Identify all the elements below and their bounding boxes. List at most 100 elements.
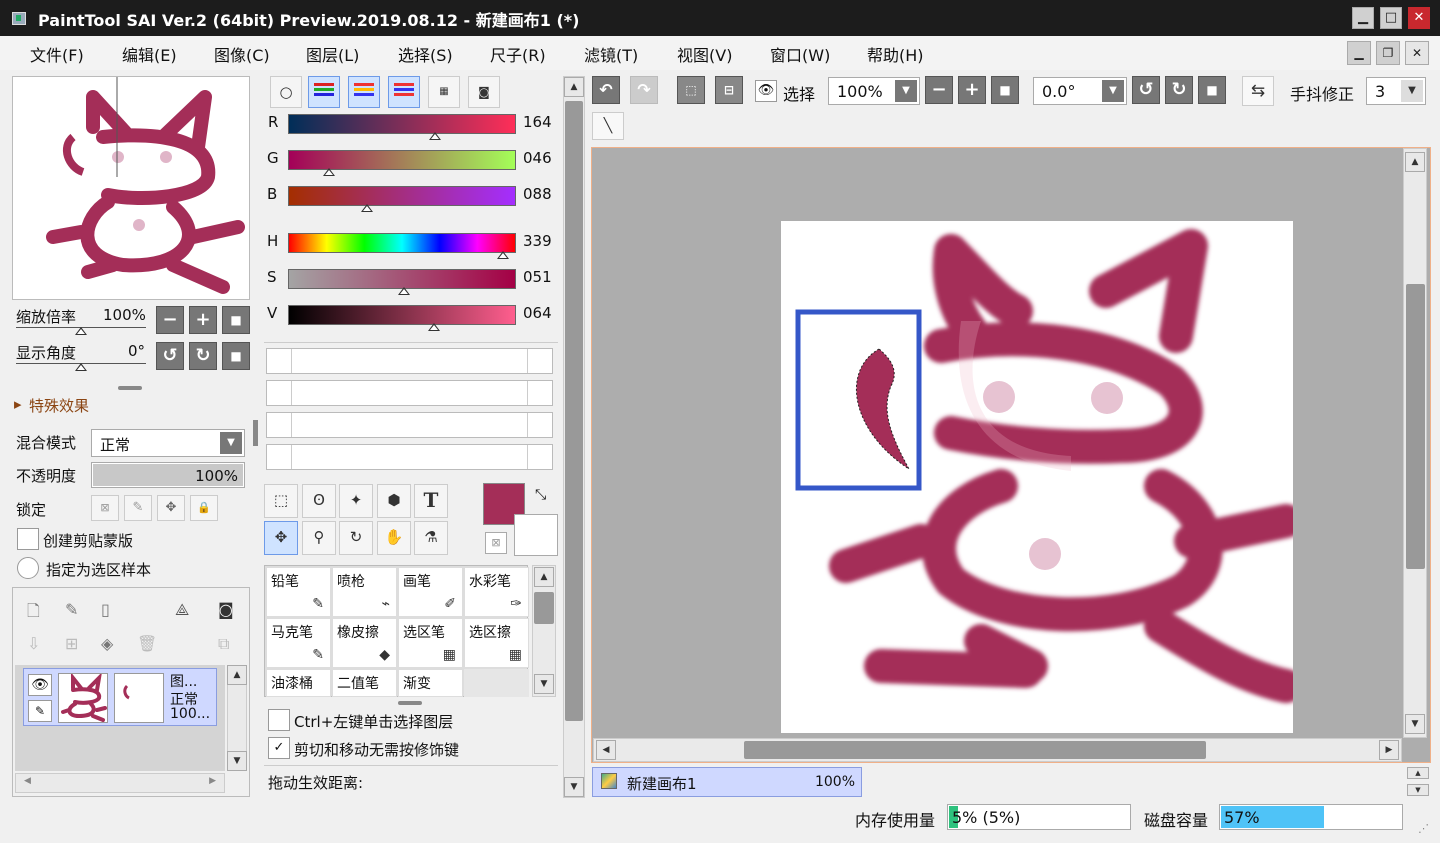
brush-watercolor[interactable]: 水彩笔 ✑	[464, 567, 529, 617]
blend-mode-select[interactable]: 正常 ▼	[91, 429, 245, 457]
r-slider[interactable]	[288, 114, 516, 134]
new-layer-icon[interactable]: 🗋	[27, 600, 40, 627]
scroll-up-button[interactable]: ▲	[564, 77, 584, 97]
canvas-hscroll-thumb[interactable]	[744, 741, 1206, 759]
hand-icon[interactable]: ✋	[377, 521, 411, 555]
g-slider[interactable]	[288, 150, 516, 170]
ctrl-click-checkbox[interactable]	[268, 709, 290, 731]
canvas-vscroll-thumb[interactable]	[1406, 284, 1425, 569]
canvas-rotate-reset-button[interactable]: ■	[1198, 76, 1226, 104]
brush-grid-scrollbar[interactable]: ▲ ▼	[532, 565, 556, 697]
brush-empty-slot[interactable]	[464, 669, 529, 697]
b-slider[interactable]	[288, 186, 516, 206]
clear-layer-icon[interactable]: ◈	[101, 634, 113, 653]
new-linework-layer-icon[interactable]: ✎	[65, 600, 78, 619]
layer-mask-icon[interactable]: ◙	[218, 600, 234, 619]
rotate-ccw-button[interactable]: ↺	[156, 342, 184, 370]
selection-visible-eye-icon[interactable]: 👁	[755, 80, 777, 102]
scroll-down-button[interactable]: ▼	[1405, 714, 1425, 734]
left-panel-splitter[interactable]	[253, 420, 258, 446]
panel-splitter[interactable]	[118, 386, 142, 390]
eye-icon[interactable]: 👁	[28, 674, 52, 696]
menu-image[interactable]: 图像(C)	[214, 42, 270, 66]
menu-file[interactable]: 文件(F)	[30, 42, 84, 66]
canvas-zoom-reset-button[interactable]: ■	[991, 76, 1019, 104]
scroll-left-button[interactable]: ◀	[24, 776, 31, 786]
scratchpad-tab[interactable]: ◙	[468, 76, 500, 108]
menu-view[interactable]: 视图(V)	[677, 42, 732, 66]
deselect-icon[interactable]: ⬚	[677, 76, 705, 104]
brush-pencil[interactable]: 铅笔 ✎	[266, 567, 331, 617]
v-slider-thumb[interactable]	[427, 323, 440, 331]
scroll-left-button[interactable]: ◀	[596, 740, 616, 760]
scroll-up-button[interactable]: ▲	[227, 665, 247, 685]
brush-select-eraser[interactable]: 选区擦 ▦	[464, 618, 529, 668]
canvas-zoom-in-button[interactable]: +	[958, 76, 986, 104]
zoom-in-button[interactable]: +	[189, 306, 217, 334]
pencil-icon[interactable]: ✎	[28, 700, 52, 722]
layer-item[interactable]: 👁 ✎ 图... 正常 100...	[23, 668, 217, 726]
angle-slider-thumb[interactable]	[75, 363, 87, 371]
special-effects-toggle[interactable]: 特殊效果	[29, 395, 89, 416]
move-icon[interactable]: ✥	[264, 521, 298, 555]
middle-panel-scrollbar[interactable]: ▲ ▼	[563, 76, 585, 798]
scroll-right-button[interactable]: ▶	[1379, 740, 1399, 760]
stabilizer-select[interactable]: 3 ▼	[1366, 77, 1426, 105]
zoom-reset-button[interactable]: ■	[222, 306, 250, 334]
swap-colors-icon[interactable]: ⤡	[535, 487, 546, 503]
canvas-drawing[interactable]	[781, 221, 1303, 733]
undo-button[interactable]: ↶	[592, 76, 620, 104]
resize-grip-icon[interactable]: ⋰	[1418, 822, 1429, 835]
rotate-icon[interactable]: ↻	[339, 521, 373, 555]
doc-close-button[interactable]: ✕	[1405, 41, 1429, 65]
color-history-bar-3[interactable]	[266, 412, 553, 438]
menu-layer[interactable]: 图层(L)	[306, 42, 359, 66]
scroll-down-button[interactable]: ▼	[564, 777, 584, 797]
lock-all-icon[interactable]: 🔒	[190, 495, 218, 521]
brush-eraser[interactable]: 橡皮擦 ◆	[332, 618, 397, 668]
merge-down-icon[interactable]: ⊞	[65, 634, 78, 653]
layer-effect-icon[interactable]: ⟁	[175, 600, 189, 620]
clip-mask-checkbox[interactable]	[17, 528, 39, 550]
doc-restore-button[interactable]: ❐	[1376, 41, 1400, 65]
minimize-button[interactable]: ▁	[1352, 7, 1374, 29]
navigator-preview[interactable]	[12, 76, 250, 300]
straight-line-button[interactable]: ╲	[592, 112, 624, 140]
g-slider-thumb[interactable]	[323, 168, 336, 176]
lock-move-icon[interactable]: ✥	[157, 495, 185, 521]
flip-horizontal-button[interactable]: ⇆	[1242, 76, 1274, 106]
close-button[interactable]: ✕	[1408, 7, 1430, 29]
maximize-button[interactable]: □	[1380, 7, 1402, 29]
tab-scroll-down-button[interactable]: ▼	[1407, 784, 1429, 796]
scroll-right-button[interactable]: ▶	[209, 776, 216, 786]
tool-panel-splitter[interactable]	[398, 701, 422, 705]
scroll-up-button[interactable]: ▲	[1405, 152, 1425, 172]
redo-button[interactable]: ↷	[630, 76, 658, 104]
menu-filter[interactable]: 滤镜(T)	[584, 42, 638, 66]
lock-transparency-icon[interactable]: ⊠	[91, 495, 119, 521]
r-slider-thumb[interactable]	[428, 132, 441, 140]
canvas-rotate-ccw-button[interactable]: ↺	[1132, 76, 1160, 104]
delete-layer-icon[interactable]: 🗑	[137, 634, 157, 653]
eyedropper-icon[interactable]: ⚗	[414, 521, 448, 555]
text-tool-icon[interactable]: T	[414, 484, 448, 518]
canvas-viewport[interactable]	[591, 147, 1431, 763]
tab-scroll-up-button[interactable]: ▲	[1407, 767, 1429, 779]
canvas-paper[interactable]	[781, 221, 1303, 733]
scroll-down-button[interactable]: ▼	[534, 674, 554, 694]
b-slider-thumb[interactable]	[360, 204, 373, 212]
mixer-tab[interactable]	[388, 76, 420, 108]
brush-brush[interactable]: 画笔 ✐	[398, 567, 463, 617]
menu-select[interactable]: 选择(S)	[398, 42, 453, 66]
canvas-zoom-select[interactable]: 100% ▼	[828, 77, 920, 105]
zoom-out-button[interactable]: −	[156, 306, 184, 334]
invert-selection-icon[interactable]: ⊟	[715, 76, 743, 104]
lock-paint-icon[interactable]: ✎	[124, 495, 152, 521]
brush-binary[interactable]: 二值笔	[332, 669, 397, 697]
special-effects-arrow-icon[interactable]: ▸	[14, 395, 22, 413]
no-modifier-checkbox[interactable]: ✓	[268, 737, 290, 759]
menu-ruler[interactable]: 尺子(R)	[490, 42, 546, 66]
hsv-slider-tab[interactable]	[348, 76, 380, 108]
canvas-tab[interactable]: 新建画布1 100%	[592, 767, 862, 797]
s-slider-thumb[interactable]	[398, 287, 411, 295]
